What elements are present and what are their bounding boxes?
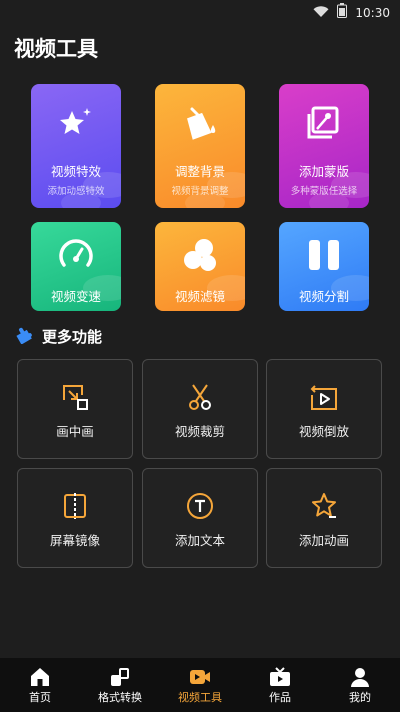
mask-layers-icon <box>301 100 347 146</box>
nav-profile[interactable]: 我的 <box>320 658 400 712</box>
card-subtitle: 添加动感特效 <box>47 186 105 197</box>
convert-icon <box>109 666 131 688</box>
nav-works[interactable]: 作品 <box>240 658 320 712</box>
bottom-nav: 首页 格式转换 视频工具 作品 我的 <box>0 658 400 712</box>
profile-icon <box>349 666 371 688</box>
tool-video-crop[interactable]: 视频裁剪 <box>142 359 258 459</box>
grid-label: 视频倒放 <box>298 424 349 439</box>
tool-card-video-filter[interactable]: 视频滤镜 <box>155 222 245 311</box>
card-title: 视频特效 <box>50 164 101 179</box>
magic-star-icon <box>53 100 99 146</box>
paint-bucket-icon <box>177 100 223 146</box>
tool-card-video-speed[interactable]: 视频变速 <box>31 222 121 311</box>
nav-home[interactable]: 首页 <box>0 658 80 712</box>
grid-label: 屏幕镜像 <box>49 533 100 548</box>
nav-format-convert[interactable]: 格式转换 <box>80 658 160 712</box>
tool-card-video-split[interactable]: 视频分割 <box>279 222 369 311</box>
reverse-play-icon <box>309 382 339 412</box>
more-section-title: 更多功能 <box>42 327 103 346</box>
grid-label: 添加动画 <box>298 533 349 548</box>
tool-add-animation[interactable]: 添加动画 <box>266 468 382 568</box>
tool-video-reverse[interactable]: 视频倒放 <box>266 359 382 459</box>
wifi-icon <box>313 3 329 22</box>
tool-card-video-effects[interactable]: 视频特效 添加动感特效 <box>31 84 121 208</box>
grid-label: 视频裁剪 <box>174 424 225 439</box>
split-bars-icon <box>301 232 347 278</box>
tool-add-text[interactable]: 添加文本 <box>142 468 258 568</box>
nav-video-tools[interactable]: 视频工具 <box>160 658 240 712</box>
nav-label: 格式转换 <box>98 691 142 704</box>
status-bar: 10:30 <box>0 0 400 22</box>
nav-label: 我的 <box>349 691 371 704</box>
tool-card-add-mask[interactable]: 添加蒙版 多种蒙版任选择 <box>279 84 369 208</box>
puzzle-icon <box>14 324 34 348</box>
tv-icon <box>269 666 291 688</box>
picture-in-picture-icon <box>60 382 90 412</box>
card-title: 视频变速 <box>50 289 101 304</box>
card-subtitle: 视频背景调整 <box>171 186 229 197</box>
nav-label: 视频工具 <box>178 691 222 704</box>
nav-label: 首页 <box>29 691 51 704</box>
card-title: 视频分割 <box>298 289 349 304</box>
card-title: 视频滤镜 <box>174 289 225 304</box>
tool-picture-in-picture[interactable]: 画中画 <box>17 359 133 459</box>
status-time: 10:30 <box>355 5 390 20</box>
home-icon <box>29 666 51 688</box>
card-title: 调整背景 <box>174 164 225 179</box>
more-section-header: 更多功能 <box>14 324 102 348</box>
battery-icon <box>337 3 348 22</box>
page-title: 视频工具 <box>14 37 98 61</box>
video-tool-icon <box>189 666 211 688</box>
speedometer-icon <box>53 232 99 278</box>
card-subtitle: 多种蒙版任选择 <box>290 186 358 197</box>
nav-label: 作品 <box>269 691 291 704</box>
scissors-icon <box>185 382 215 412</box>
card-title: 添加蒙版 <box>298 164 349 179</box>
status-icons: 10:30 <box>313 3 390 22</box>
tool-screen-mirror[interactable]: 屏幕镜像 <box>17 468 133 568</box>
text-circle-icon <box>185 491 215 521</box>
animation-star-icon <box>309 491 339 521</box>
tool-card-adjust-background[interactable]: 调整背景 视频背景调整 <box>155 84 245 208</box>
grid-label: 添加文本 <box>174 533 225 548</box>
mirror-icon <box>60 491 90 521</box>
grid-label: 画中画 <box>56 424 94 439</box>
filter-circles-icon <box>177 232 223 278</box>
